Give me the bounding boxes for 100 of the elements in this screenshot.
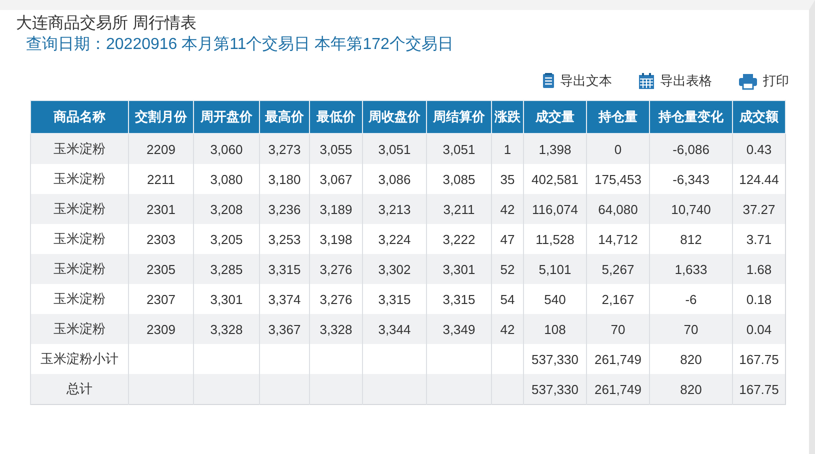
table-cell: 1,633 [650, 254, 732, 284]
table-cell: 玉米淀粉 [30, 314, 128, 344]
table-cell: 42 [492, 194, 524, 224]
table-cell: 10,740 [650, 194, 732, 224]
toolbar-link[interactable]: 打印 [738, 70, 789, 92]
table-cell: -6,343 [650, 164, 732, 194]
table-cell: 3,344 [362, 314, 426, 344]
table-cell: 124.44 [732, 164, 786, 194]
table-cell: 175,453 [586, 164, 650, 194]
table-cell: 3,080 [194, 164, 260, 194]
column-header: 最高价 [260, 100, 310, 134]
table-cell: 1 [492, 134, 524, 164]
table-cell: 42 [492, 314, 524, 344]
table-cell: 3,276 [310, 284, 362, 314]
table-cell: 2309 [128, 314, 194, 344]
table-cell: 64,080 [586, 194, 650, 224]
table-cell: 0.18 [732, 284, 786, 314]
table-cell: 540 [524, 284, 586, 314]
table-cell: 261,749 [586, 344, 650, 374]
table-cell: 47 [492, 224, 524, 254]
table-cell: 2209 [128, 134, 194, 164]
table-cell: 2307 [128, 284, 194, 314]
table-cell: 3,189 [310, 194, 362, 224]
page-title: 大连商品交易所 周行情表 [16, 14, 198, 34]
table-cell: 820 [650, 374, 732, 404]
query-date: 查询日期：20220916 本月第11个交易日 本年第172个交易日 [25, 34, 454, 55]
table-cell: 14,712 [586, 224, 650, 254]
table-cell: 3,224 [362, 224, 426, 254]
table-cell: 3,301 [194, 284, 260, 314]
table-cell: 70 [586, 314, 650, 344]
table-cell: 3,086 [362, 164, 426, 194]
table-cell: 玉米淀粉 [30, 134, 128, 164]
table-cell: 108 [524, 314, 586, 344]
table-cell: 70 [650, 314, 732, 344]
table-cell: 3,051 [362, 134, 426, 164]
table-cell: 3,315 [260, 254, 310, 284]
table-cell: 3,328 [310, 314, 362, 344]
table-cell: 5,267 [586, 254, 650, 284]
table-cell: 3,213 [362, 194, 426, 224]
column-header: 周开盘价 [194, 100, 260, 134]
table-cell: 402,581 [524, 164, 586, 194]
column-header: 成交额 [732, 100, 786, 134]
document-icon [542, 72, 555, 90]
table-cell: 3,374 [260, 284, 310, 314]
table-cell: 3,236 [260, 194, 310, 224]
table-cell: 3,085 [426, 164, 492, 194]
table-cell: 167.75 [732, 344, 786, 374]
table-cell: 玉米淀粉 [30, 254, 128, 284]
table-cell: 3,315 [426, 284, 492, 314]
table-cell: 玉米淀粉 [30, 194, 128, 224]
table-cell: 3,067 [310, 164, 362, 194]
column-header: 成交量 [524, 100, 586, 134]
table-cell: 2301 [128, 194, 194, 224]
table-cell: 3,051 [426, 134, 492, 164]
table-cell: 玉米淀粉小计 [30, 344, 128, 374]
column-header: 周收盘价 [362, 100, 426, 134]
table-cell: 1,398 [524, 134, 586, 164]
table-cell: 3,208 [194, 194, 260, 224]
table-cell: 3,060 [194, 134, 260, 164]
table-cell: 3,349 [426, 314, 492, 344]
table-cell: 总计 [30, 374, 128, 404]
table-cell: 玉米淀粉 [30, 284, 128, 314]
table-cell: 35 [492, 164, 524, 194]
table-cell: 2303 [128, 224, 194, 254]
table-cell: 116,074 [524, 194, 586, 224]
table-cell: 3,055 [310, 134, 362, 164]
toolbar-link[interactable]: 导出文本 [542, 70, 612, 92]
table-cell: -6 [650, 284, 732, 314]
table-cell: 3,198 [310, 224, 362, 254]
table-cell: 3,285 [194, 254, 260, 284]
table-cell: 0.04 [732, 314, 786, 344]
table-cell: 537,330 [524, 374, 586, 404]
table-cell: 3,367 [260, 314, 310, 344]
table-cell: 537,330 [524, 344, 586, 374]
table-cell: 3,301 [426, 254, 492, 284]
table-cell: 0 [586, 134, 650, 164]
column-header: 周结算价 [426, 100, 492, 134]
table-cell: 2211 [128, 164, 194, 194]
table-cell: 玉米淀粉 [30, 224, 128, 254]
table-cell: 3.71 [732, 224, 786, 254]
table-cell: 0.43 [732, 134, 786, 164]
table-cell: 54 [492, 284, 524, 314]
column-header: 最低价 [310, 100, 362, 134]
table-cell: 11,528 [524, 224, 586, 254]
toolbar-link[interactable]: 导出表格 [638, 70, 712, 92]
table-cell: 2305 [128, 254, 194, 284]
printer-icon [738, 72, 758, 90]
column-header: 持仓量 [586, 100, 650, 134]
table-cell: 3,328 [194, 314, 260, 344]
calendar-icon [638, 72, 655, 90]
column-header: 交割月份 [128, 100, 194, 134]
table-cell: 167.75 [732, 374, 786, 404]
table-cell: 3,315 [362, 284, 426, 314]
column-header: 持仓量变化 [650, 100, 732, 134]
column-header: 商品名称 [30, 100, 128, 134]
table-cell: 1.68 [732, 254, 786, 284]
table-cell: 5,101 [524, 254, 586, 284]
table-cell: 3,253 [260, 224, 310, 254]
table-cell: 812 [650, 224, 732, 254]
table-cell: 玉米淀粉 [30, 164, 128, 194]
